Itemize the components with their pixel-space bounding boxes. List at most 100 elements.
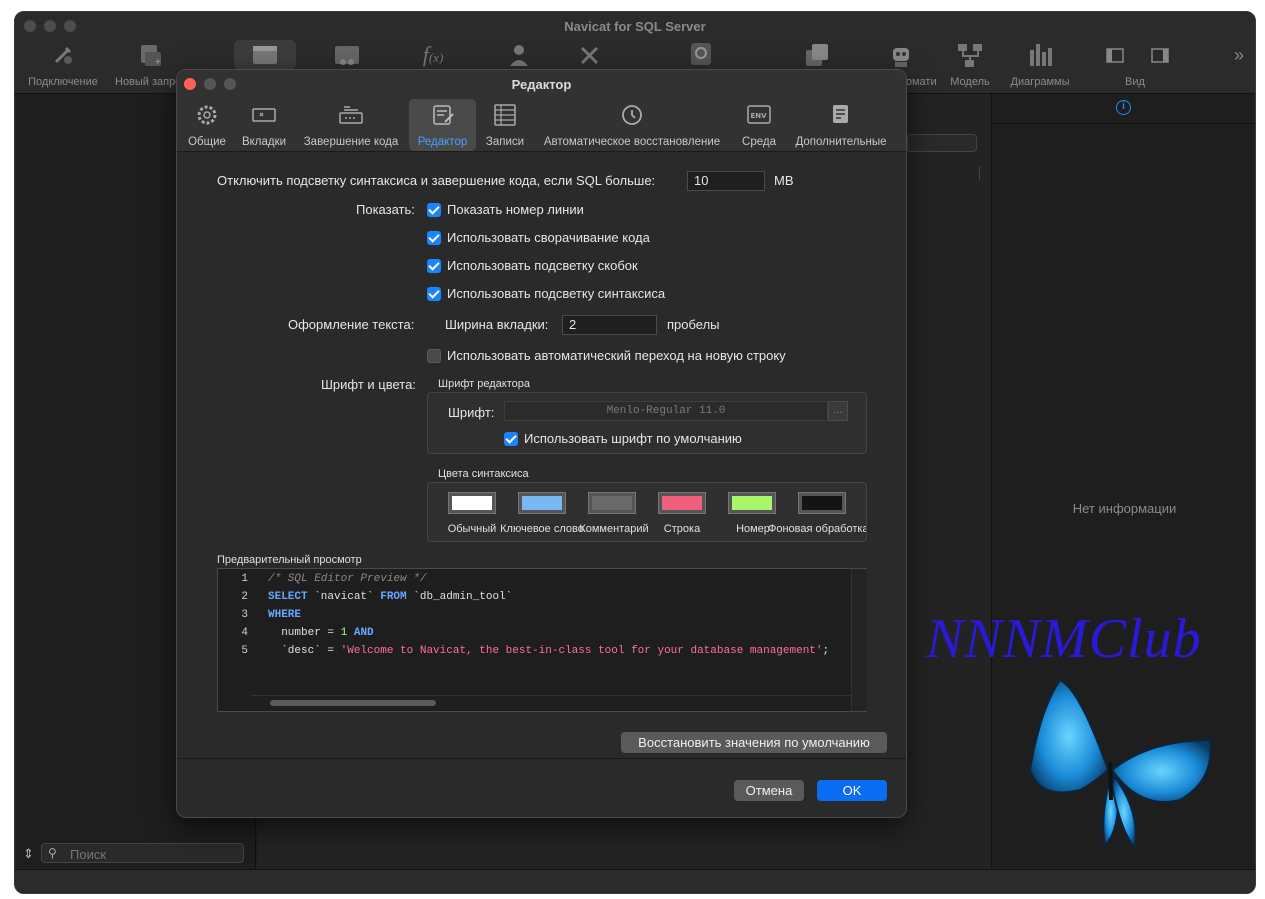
search-icon: ⚲: [48, 846, 57, 860]
robot-icon: [866, 40, 936, 72]
swatch-fill: [662, 496, 702, 510]
tab-label: Общие: [188, 136, 226, 148]
dialog-header: Редактор Общие Вкладки Завершение кода Р…: [177, 70, 906, 152]
column-divider: [979, 166, 980, 180]
show-line-numbers-checkbox[interactable]: [427, 203, 441, 217]
color-swatch-keyword[interactable]: [518, 492, 566, 514]
toolbar-model[interactable]: Модель: [945, 40, 995, 88]
restore-defaults-button[interactable]: Восстановить значения по умолчанию: [621, 732, 887, 753]
editor-settings-panel: Отключить подсветку синтаксиса и заверше…: [177, 152, 906, 758]
cancel-button[interactable]: Отмена: [734, 780, 804, 801]
default-font-label: Использовать шрифт по умолчанию: [524, 431, 742, 446]
code-token: 'Welcome to Navicat, the best-in-class t…: [340, 645, 823, 657]
toolbar-overflow-icon[interactable]: »: [1229, 45, 1249, 66]
toolbar-table[interactable]: [234, 40, 296, 70]
swatch-fill: [732, 496, 772, 510]
color-swatch-number[interactable]: [728, 492, 776, 514]
toolbar-new-query[interactable]: + Новый запрос: [115, 40, 185, 88]
function-icon: f(x): [422, 42, 444, 67]
toolbar-label: Модель: [950, 76, 990, 88]
search-input[interactable]: ⚲ Поиск: [41, 843, 244, 863]
tab-general[interactable]: Общие: [184, 99, 230, 151]
swatch-fill: [592, 496, 632, 510]
brace-highlight-checkbox[interactable]: [427, 259, 441, 273]
tab-editor[interactable]: Редактор: [409, 99, 476, 151]
color-label-background: Фоновая обработка: [768, 523, 867, 535]
object-filter-input[interactable]: [907, 134, 977, 152]
color-swatch-comment[interactable]: [588, 492, 636, 514]
tab-advanced[interactable]: Дополнительные: [791, 99, 891, 151]
text-format-label: Оформление текста:: [288, 317, 415, 332]
table-icon: [234, 40, 296, 72]
sidebar-right-icon: [1145, 40, 1175, 72]
toolbar-connection[interactable]: Подключение: [23, 40, 103, 88]
preview-scrollbar-thumb[interactable]: [270, 700, 436, 706]
code-token: WHERE: [268, 609, 302, 621]
syntax-colors-group: Обычный Ключевое слово Комментарий Строк…: [427, 482, 867, 542]
disable-highlight-unit: MB: [774, 173, 794, 188]
color-swatch-normal[interactable]: [448, 492, 496, 514]
toolbar-charts[interactable]: Диаграммы: [1005, 40, 1075, 88]
color-swatch-string[interactable]: [658, 492, 706, 514]
dialog-footer: Отмена OK: [177, 758, 906, 817]
font-browse-button[interactable]: ...: [828, 401, 848, 421]
env-icon: ENV: [737, 102, 781, 132]
editor-icon: [409, 102, 476, 132]
code-token: AND: [353, 627, 374, 639]
code-token: number =: [268, 627, 341, 639]
color-swatch-background[interactable]: [798, 492, 846, 514]
restore-icon: [678, 40, 722, 72]
tab-environment[interactable]: ENV Среда: [737, 99, 781, 151]
color-label-comment: Комментарий: [579, 523, 649, 535]
sort-icon[interactable]: ⇕: [23, 846, 34, 862]
toolbar-view-right[interactable]: [1145, 40, 1175, 76]
toolbar-view-left[interactable]: [1100, 40, 1130, 76]
charts-icon: [1005, 40, 1075, 72]
line-number: 4: [241, 627, 248, 639]
code-completion-icon: [301, 102, 401, 132]
records-icon: [482, 102, 528, 132]
word-wrap-label: Использовать автоматический переход на н…: [447, 348, 786, 363]
show-line-numbers-label: Показать номер линии: [447, 202, 584, 217]
tab-tabs[interactable]: Вкладки: [238, 99, 290, 151]
code-line: WHERE: [268, 609, 301, 621]
tools-icon: [568, 40, 612, 72]
code-folding-checkbox[interactable]: [427, 231, 441, 245]
font-colors-label: Шрифт и цвета:: [321, 377, 416, 392]
disable-highlight-input[interactable]: 10: [687, 171, 765, 191]
default-font-checkbox[interactable]: [504, 432, 518, 446]
syntax-highlight-checkbox[interactable]: [427, 287, 441, 301]
line-number: 1: [241, 573, 248, 585]
tab-width-input[interactable]: 2: [562, 315, 657, 335]
code-token: `desc` =: [268, 645, 341, 657]
tab-label: Редактор: [417, 136, 468, 148]
search-placeholder: Поиск: [70, 847, 107, 862]
line-number: 3: [241, 609, 248, 621]
ok-button[interactable]: OK: [817, 780, 887, 801]
tab-label: Вкладки: [241, 136, 287, 148]
dialog-title: Редактор: [511, 77, 572, 92]
word-wrap-checkbox[interactable]: [427, 349, 441, 363]
tab-label: Завершение кода: [303, 136, 399, 148]
user-icon: [498, 40, 542, 72]
code-token: `navicat`: [307, 591, 381, 603]
queries-icon: [795, 40, 839, 72]
brace-highlight-label: Использовать подсветку скобок: [447, 258, 638, 273]
tab-label: Записи: [485, 136, 525, 148]
swatch-fill: [522, 496, 562, 510]
toolbar-label: Вид: [1125, 76, 1145, 88]
info-header: i: [992, 94, 1255, 124]
tab-width-label: Ширина вкладки:: [445, 317, 549, 332]
toolbar-label: Диаграммы: [1010, 76, 1070, 88]
info-icon[interactable]: i: [1116, 100, 1131, 115]
tab-code-completion[interactable]: Завершение кода: [301, 99, 401, 151]
code-token: `db_admin_tool`: [406, 591, 513, 603]
font-label: Шрифт:: [448, 405, 495, 420]
butterfly-logo: [1020, 670, 1220, 851]
line-number: 5: [241, 645, 248, 657]
tab-label: Дополнительные: [795, 136, 887, 148]
tab-auto-recovery[interactable]: Автоматическое восстановление: [537, 99, 727, 151]
tab-records[interactable]: Записи: [482, 99, 528, 151]
plug-icon: [23, 40, 103, 72]
